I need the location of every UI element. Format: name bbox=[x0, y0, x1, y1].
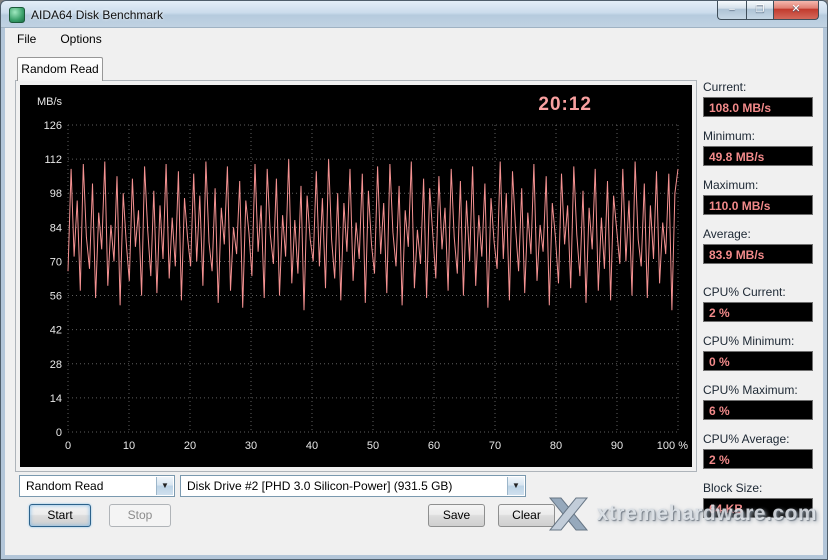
svg-text:80: 80 bbox=[550, 440, 562, 452]
svg-text:98: 98 bbox=[50, 188, 62, 200]
stat-label: Current: bbox=[703, 80, 747, 94]
stat-value: 2 % bbox=[703, 302, 813, 322]
stat-value: 6 % bbox=[703, 400, 813, 420]
title-bar[interactable]: AIDA64 Disk Benchmark – ❐ ✕ bbox=[1, 1, 827, 28]
benchmark-type-select[interactable]: Random Read ▼ bbox=[19, 475, 175, 497]
stat-cpu-minimum: CPU% Minimum: 0 % bbox=[703, 334, 813, 371]
chevron-down-icon[interactable]: ▼ bbox=[507, 477, 524, 495]
stat-label: CPU% Maximum: bbox=[703, 383, 798, 397]
app-icon[interactable] bbox=[9, 6, 25, 23]
window-controls: – ❐ ✕ bbox=[717, 1, 819, 20]
disk-drive-select[interactable]: Disk Drive #2 [PHD 3.0 Silicon-Power] (9… bbox=[180, 475, 526, 497]
menu-file[interactable]: File bbox=[13, 30, 40, 48]
stat-value: 108.0 MB/s bbox=[703, 97, 813, 117]
stat-cpu-average: CPU% Average: 2 % bbox=[703, 432, 813, 469]
close-button[interactable]: ✕ bbox=[774, 1, 819, 20]
svg-text:0: 0 bbox=[65, 440, 71, 452]
svg-text:50: 50 bbox=[367, 440, 379, 452]
svg-text:112: 112 bbox=[44, 154, 62, 166]
elapsed-timer: 20:12 bbox=[538, 94, 592, 115]
svg-text:126: 126 bbox=[44, 120, 62, 132]
menu-bar: File Options bbox=[5, 28, 823, 50]
stat-label: CPU% Minimum: bbox=[703, 334, 795, 348]
svg-text:100 %: 100 % bbox=[657, 440, 688, 452]
stat-value: 0 % bbox=[703, 351, 813, 371]
stat-maximum: Maximum: 110.0 MB/s bbox=[703, 178, 813, 215]
stop-button[interactable]: Stop bbox=[109, 504, 171, 527]
stat-cpu-maximum: CPU% Maximum: 6 % bbox=[703, 383, 813, 420]
svg-text:0: 0 bbox=[56, 427, 62, 439]
stat-label: Block Size: bbox=[703, 481, 763, 495]
stat-label: CPU% Average: bbox=[703, 432, 790, 446]
aida64-window: AIDA64 Disk Benchmark – ❐ ✕ File Options… bbox=[0, 0, 828, 560]
stat-label: CPU% Current: bbox=[703, 285, 786, 299]
svg-text:70: 70 bbox=[489, 440, 501, 452]
benchmark-type-value: Random Read bbox=[26, 479, 104, 493]
svg-text:42: 42 bbox=[50, 325, 62, 337]
svg-text:14: 14 bbox=[50, 393, 62, 405]
stat-value: 2 % bbox=[703, 449, 813, 469]
start-button[interactable]: Start bbox=[29, 504, 91, 527]
svg-text:MB/s: MB/s bbox=[37, 96, 63, 108]
stat-label: Minimum: bbox=[703, 129, 756, 143]
chart-plot: 0 14 28 42 56 70 84 98 112 126 0 10 20 30 40 50 60 70 80 90… bbox=[37, 96, 688, 452]
stat-value: 64 KB bbox=[703, 498, 813, 518]
stat-minimum: Minimum: 49.8 MB/s bbox=[703, 129, 813, 166]
svg-text:28: 28 bbox=[50, 359, 62, 371]
tab-random-read[interactable]: Random Read bbox=[17, 57, 103, 81]
menu-options[interactable]: Options bbox=[56, 30, 105, 48]
stat-block-size: Block Size: 64 KB bbox=[703, 481, 813, 518]
maximize-button[interactable]: ❐ bbox=[746, 1, 774, 20]
svg-text:10: 10 bbox=[123, 440, 135, 452]
minimize-button[interactable]: – bbox=[717, 1, 746, 20]
stat-cpu-current: CPU% Current: 2 % bbox=[703, 285, 813, 322]
stat-average: Average: 83.9 MB/s bbox=[703, 227, 813, 264]
svg-text:30: 30 bbox=[245, 440, 257, 452]
stat-value: 49.8 MB/s bbox=[703, 146, 813, 166]
save-button[interactable]: Save bbox=[428, 504, 485, 527]
svg-text:70: 70 bbox=[50, 256, 62, 268]
stat-current: Current: 108.0 MB/s bbox=[703, 80, 813, 117]
svg-text:56: 56 bbox=[50, 291, 62, 303]
stat-label: Average: bbox=[703, 227, 751, 241]
benchmark-tab-panel: 0 14 28 42 56 70 84 98 112 126 0 10 20 30 40 50 60 70 80 90… bbox=[15, 80, 697, 472]
stats-panel: Current: 108.0 MB/s Minimum: 49.8 MB/s M… bbox=[703, 80, 813, 530]
stat-label: Maximum: bbox=[703, 178, 759, 192]
svg-text:20: 20 bbox=[184, 440, 196, 452]
svg-text:84: 84 bbox=[50, 222, 62, 234]
stat-value: 83.9 MB/s bbox=[703, 244, 813, 264]
disk-drive-value: Disk Drive #2 [PHD 3.0 Silicon-Power] (9… bbox=[187, 479, 453, 493]
window-title: AIDA64 Disk Benchmark bbox=[31, 7, 164, 22]
chevron-down-icon[interactable]: ▼ bbox=[156, 477, 173, 495]
window-body: File Options Random Read 0 14 28 42 56 70 84 98… bbox=[5, 28, 823, 555]
stat-value: 110.0 MB/s bbox=[703, 195, 813, 215]
clear-button[interactable]: Clear bbox=[498, 504, 555, 527]
svg-text:90: 90 bbox=[611, 440, 623, 452]
benchmark-chart: 0 14 28 42 56 70 84 98 112 126 0 10 20 30 40 50 60 70 80 90… bbox=[20, 85, 692, 467]
svg-text:40: 40 bbox=[306, 440, 318, 452]
svg-text:60: 60 bbox=[428, 440, 440, 452]
